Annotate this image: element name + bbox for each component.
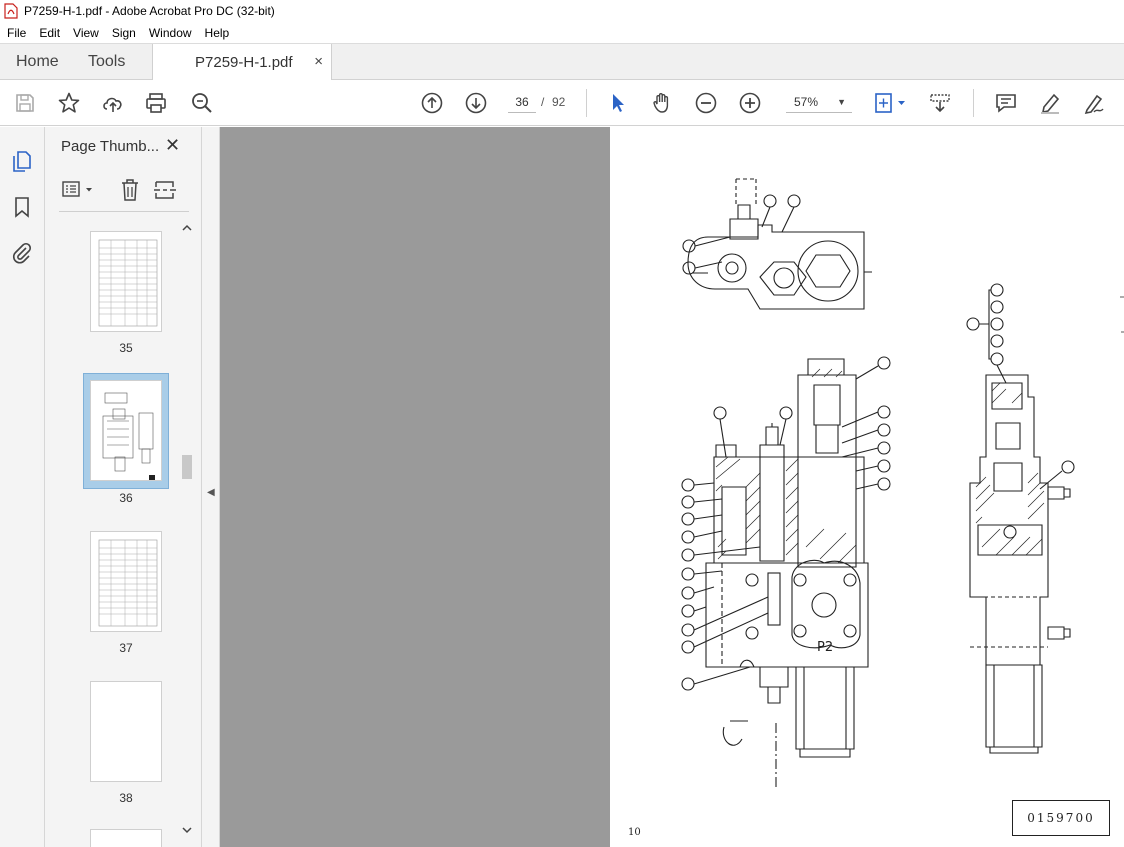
zoom-level-value: 57% bbox=[794, 95, 819, 109]
tab-tools[interactable]: Tools bbox=[88, 44, 125, 80]
thumbnail-list: 35 36 37 38 bbox=[45, 223, 180, 847]
menu-bar: File Edit View Sign Window Help bbox=[0, 22, 1124, 43]
technical-drawing: P2 bbox=[681, 178, 1124, 787]
tab-home[interactable]: Home bbox=[16, 44, 59, 80]
pdf-page[interactable]: P2 10 0159700 bbox=[610, 127, 1124, 847]
close-icon[interactable]: ✕ bbox=[165, 135, 180, 156]
tab-document-label: P7259-H-1.pdf bbox=[195, 54, 293, 71]
window-title: P7259-H-1.pdf - Adobe Acrobat Pro DC (32… bbox=[24, 4, 275, 18]
drawing-number: 0159700 bbox=[1027, 811, 1095, 825]
toolbar-divider bbox=[973, 89, 974, 117]
thumbnail-preview bbox=[98, 239, 158, 327]
menu-edit[interactable]: Edit bbox=[32, 26, 66, 40]
port-label: P2 bbox=[817, 640, 833, 655]
page-thumbnails-panel: Page Thumb... ✕ 35 36 37 38 bbox=[45, 127, 202, 847]
tab-document[interactable]: P7259-H-1.pdf × bbox=[152, 44, 332, 81]
fit-page-icon[interactable] bbox=[873, 91, 909, 115]
panel-scrollbar-thumb[interactable] bbox=[182, 455, 192, 479]
thumbnail-preview bbox=[102, 392, 155, 480]
zoom-search-icon[interactable] bbox=[190, 91, 214, 115]
panel-toolbar bbox=[59, 177, 189, 203]
panel-divider bbox=[59, 211, 189, 212]
print-icon[interactable] bbox=[144, 91, 168, 115]
comment-icon[interactable] bbox=[994, 91, 1018, 115]
navigation-rail bbox=[0, 127, 45, 847]
panel-title: Page Thumb... bbox=[61, 138, 160, 155]
thumbnail-page-35[interactable] bbox=[90, 231, 162, 332]
previous-page-icon[interactable] bbox=[420, 91, 444, 115]
thumbnail-preview bbox=[98, 539, 158, 627]
page-separator: / bbox=[541, 95, 545, 109]
thumbnail-page-next[interactable] bbox=[90, 829, 162, 847]
thumbnail-page-36[interactable] bbox=[90, 380, 162, 481]
current-page-input[interactable]: 36 bbox=[508, 91, 536, 113]
total-pages: 92 bbox=[552, 95, 566, 109]
drawing-number-box: 0159700 bbox=[1012, 800, 1110, 836]
menu-view[interactable]: View bbox=[66, 26, 105, 40]
cloud-upload-icon[interactable] bbox=[101, 91, 125, 115]
options-menu-icon[interactable] bbox=[61, 179, 97, 201]
hand-icon[interactable] bbox=[650, 91, 674, 115]
star-icon[interactable] bbox=[57, 91, 81, 115]
menu-window[interactable]: Window bbox=[142, 26, 198, 40]
page-footer-number: 10 bbox=[628, 827, 641, 838]
toolbar-divider bbox=[586, 89, 587, 117]
sign-icon[interactable] bbox=[1082, 91, 1106, 115]
menu-file[interactable]: File bbox=[0, 26, 32, 40]
acrobat-pdf-icon bbox=[4, 3, 18, 19]
highlight-pen-icon[interactable] bbox=[1038, 91, 1062, 115]
attachments-icon[interactable] bbox=[10, 240, 34, 264]
save-icon[interactable] bbox=[13, 91, 37, 115]
delete-icon[interactable] bbox=[119, 178, 141, 202]
collapse-arrow-icon: ◀ bbox=[207, 487, 215, 498]
document-canvas-background bbox=[220, 127, 610, 847]
zoom-level-dropdown[interactable]: 57% ▼ bbox=[786, 91, 852, 113]
menu-help[interactable]: Help bbox=[198, 26, 236, 40]
next-page-icon[interactable] bbox=[464, 91, 488, 115]
scroll-up-icon[interactable] bbox=[180, 222, 194, 234]
thumbnail-label: 38 bbox=[119, 791, 133, 805]
bookmarks-icon[interactable] bbox=[10, 195, 34, 219]
panel-collapse-handle[interactable]: ◀ bbox=[202, 127, 220, 847]
thumbnail-label: 37 bbox=[119, 641, 133, 655]
thumbnail-page-38[interactable] bbox=[90, 681, 162, 782]
extract-pages-icon[interactable] bbox=[153, 178, 177, 202]
thumbnail-label: 35 bbox=[119, 341, 133, 355]
select-pointer-icon[interactable] bbox=[606, 91, 630, 115]
thumbnail-page-37[interactable] bbox=[90, 531, 162, 632]
page-thumbnails-icon[interactable] bbox=[10, 149, 34, 173]
thumbnail-label: 36 bbox=[119, 491, 133, 505]
scroll-mode-icon[interactable] bbox=[928, 91, 952, 115]
zoom-out-icon[interactable] bbox=[694, 91, 718, 115]
scroll-down-icon[interactable] bbox=[180, 824, 194, 836]
tab-close-icon[interactable]: × bbox=[314, 53, 323, 70]
menu-sign[interactable]: Sign bbox=[105, 26, 142, 40]
tab-bar: Home Tools P7259-H-1.pdf × bbox=[0, 43, 1124, 81]
zoom-in-icon[interactable] bbox=[738, 91, 762, 115]
chevron-down-icon: ▼ bbox=[837, 97, 846, 107]
title-bar: P7259-H-1.pdf - Adobe Acrobat Pro DC (32… bbox=[0, 0, 1124, 22]
